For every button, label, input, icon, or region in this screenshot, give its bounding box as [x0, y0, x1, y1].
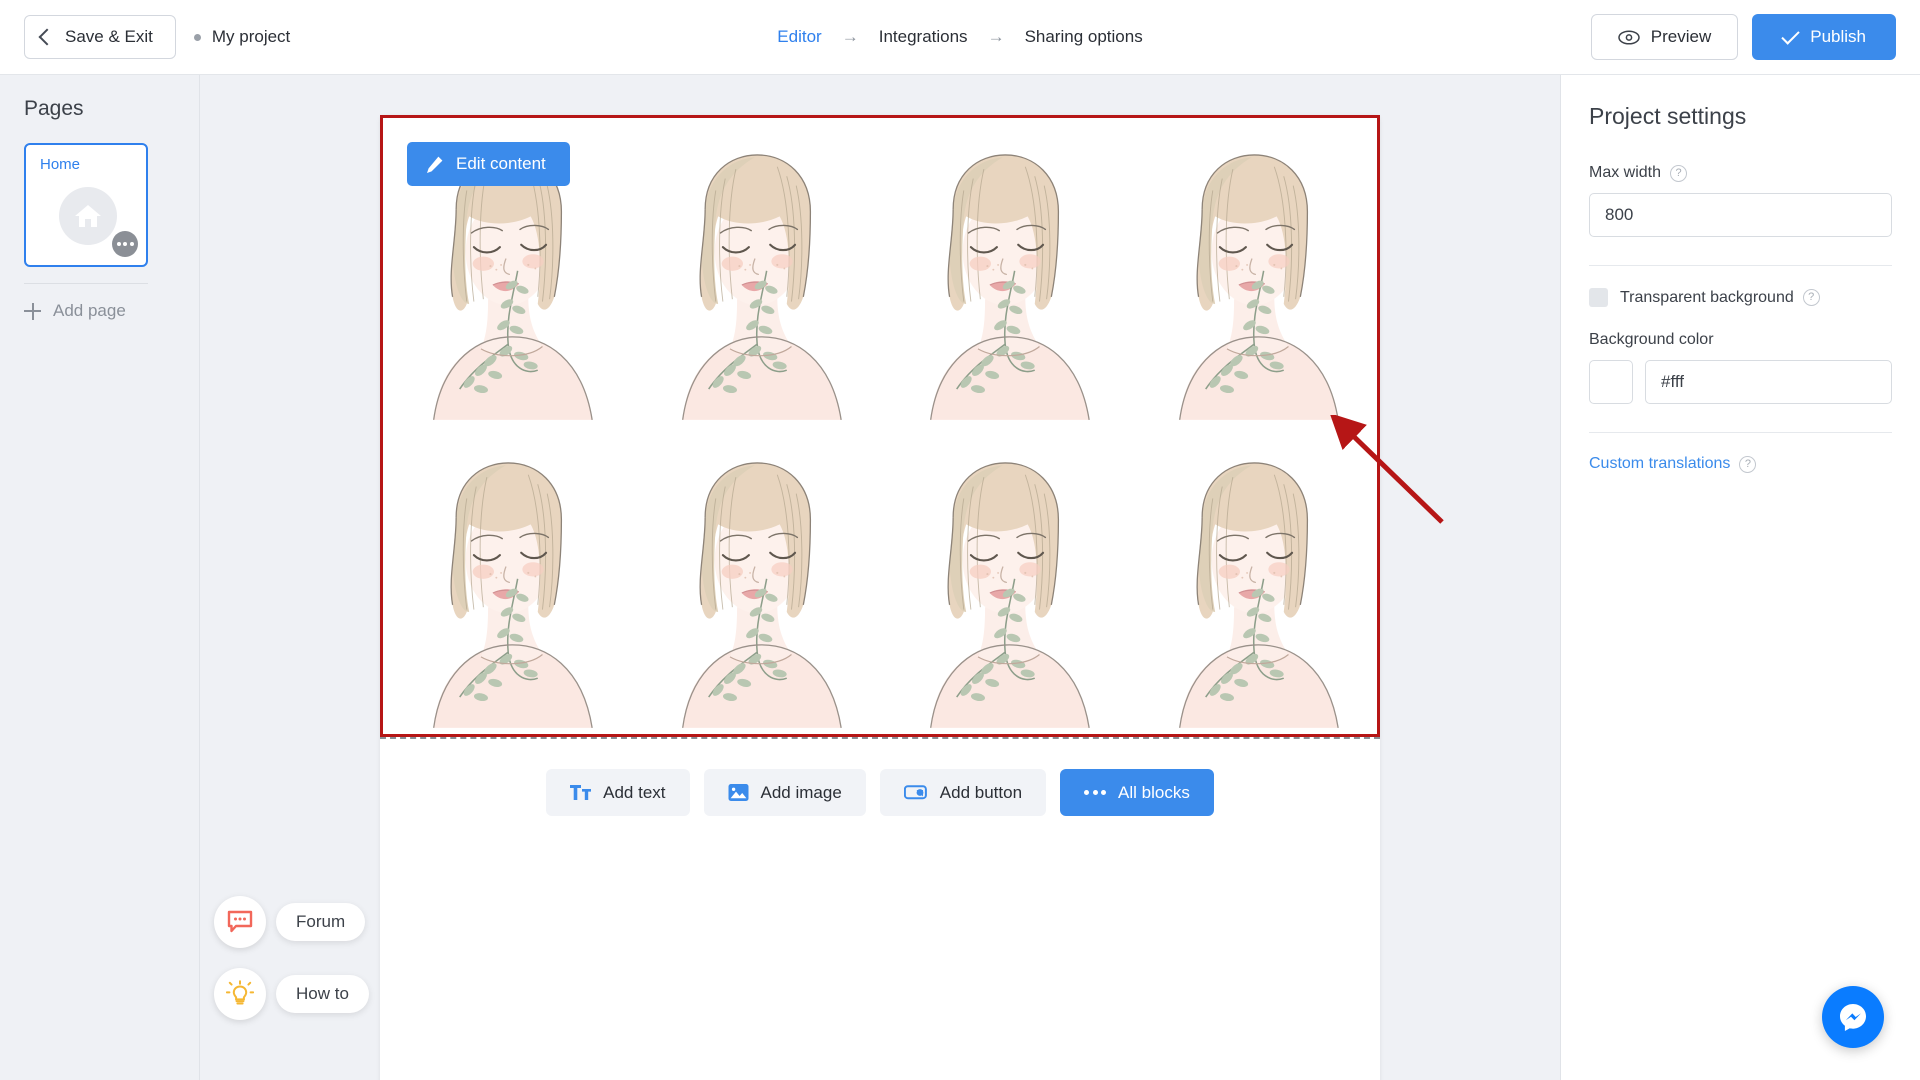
forum-fab[interactable]: Forum — [214, 896, 369, 948]
edit-content-button[interactable]: Edit content — [407, 142, 570, 186]
image-icon — [728, 784, 749, 801]
add-image-button[interactable]: Add image — [703, 769, 866, 816]
illustration-cell[interactable] — [632, 426, 881, 734]
dot — [1101, 790, 1107, 795]
background-color-label-text: Background color — [1589, 331, 1714, 348]
status-dot-icon — [193, 33, 201, 41]
messenger-chat-button[interactable] — [1822, 986, 1884, 1048]
illustration-cell[interactable] — [632, 118, 881, 426]
button-icon — [903, 785, 927, 800]
background-color-label: Background color — [1589, 331, 1892, 349]
custom-translations-link[interactable]: Custom translations ? — [1589, 455, 1892, 473]
add-button-button[interactable]: Add button — [879, 769, 1047, 816]
illustration-cell[interactable] — [1129, 118, 1378, 426]
add-text-label: Add text — [603, 782, 666, 802]
dot — [123, 242, 127, 246]
dot — [129, 242, 134, 246]
breadcrumb-sharing-options[interactable]: Sharing options — [1025, 27, 1143, 47]
top-header: Save & Exit My project Editor → Integrat… — [0, 0, 1920, 75]
transparent-background-label: Transparent background ? — [1620, 289, 1820, 307]
selected-image-block[interactable]: Edit content — [380, 115, 1380, 737]
transparent-background-row[interactable]: Transparent background ? — [1589, 288, 1892, 307]
header-left-group: Save & Exit My project — [24, 15, 290, 59]
canvas-area: Edit content Add text Add image Add butt… — [200, 75, 1560, 1080]
settings-title: Project settings — [1589, 103, 1747, 129]
plus-icon — [24, 302, 41, 320]
background-color-swatch[interactable] — [1589, 360, 1633, 404]
breadcrumb-arrow-icon: → — [987, 27, 1005, 46]
messenger-icon — [1840, 1004, 1866, 1031]
project-settings-panel: Project settings Max width ? Transparent… — [1560, 75, 1920, 1080]
help-icon[interactable]: ? — [1739, 455, 1757, 473]
max-width-label: Max width ? — [1589, 164, 1892, 182]
page-card-home[interactable]: Home — [24, 143, 148, 267]
dot — [1092, 790, 1098, 795]
pages-sidebar: Pages Home Add page — [0, 75, 200, 1080]
forum-icon-circle[interactable] — [214, 896, 266, 948]
publish-button[interactable]: Publish — [1752, 14, 1896, 60]
project-name[interactable]: My project — [193, 27, 291, 47]
pages-title: Pages — [24, 97, 84, 120]
edit-content-label: Edit content — [456, 154, 546, 173]
home-icon — [59, 187, 117, 245]
illustration-cell[interactable] — [880, 426, 1129, 734]
dot — [116, 242, 121, 246]
page-options-menu-button[interactable] — [112, 231, 138, 257]
custom-translations-label: Custom translations — [1589, 455, 1731, 472]
max-width-label-text: Max width — [1589, 164, 1662, 181]
add-page-button[interactable]: Add page — [24, 301, 175, 321]
all-blocks-button[interactable]: All blocks — [1060, 769, 1214, 816]
chevron-left-icon — [38, 28, 56, 46]
add-button-label: Add button — [939, 782, 1023, 802]
help-icon[interactable]: ? — [1802, 289, 1820, 306]
illustration-cell[interactable] — [383, 426, 632, 734]
check-icon — [1781, 25, 1800, 45]
settings-divider — [1589, 432, 1892, 433]
sidebar-divider — [24, 283, 148, 284]
breadcrumb-editor[interactable]: Editor — [777, 27, 821, 47]
help-fab-group: Forum How to — [214, 896, 369, 1020]
transparent-background-label-text: Transparent background — [1620, 288, 1794, 306]
preview-label: Preview — [1650, 27, 1712, 46]
add-page-label: Add page — [53, 301, 126, 320]
chat-bubble-icon — [227, 910, 253, 933]
text-icon — [570, 785, 592, 800]
dot — [1084, 790, 1090, 795]
page-card-label: Home — [40, 156, 81, 173]
howto-fab[interactable]: How to — [214, 968, 369, 1020]
eye-icon — [1618, 29, 1640, 45]
howto-label[interactable]: How to — [276, 975, 369, 1013]
illustration-cell[interactable] — [880, 118, 1129, 426]
pencil-icon — [427, 156, 443, 173]
page-sheet: Edit content Add text Add image Add butt… — [380, 115, 1380, 1080]
breadcrumb: Editor → Integrations → Sharing options — [777, 27, 1142, 47]
publish-label: Publish — [1810, 27, 1866, 46]
add-block-toolbar: Add text Add image Add button All blocks — [380, 739, 1380, 816]
header-right-group: Preview Publish — [1590, 14, 1896, 60]
add-image-label: Add image — [760, 782, 842, 802]
save-and-exit-label: Save & Exit — [65, 27, 153, 46]
transparent-background-checkbox[interactable] — [1589, 288, 1608, 307]
max-width-input[interactable] — [1589, 193, 1892, 237]
preview-button[interactable]: Preview — [1590, 14, 1739, 60]
all-blocks-label: All blocks — [1118, 782, 1190, 802]
illustration-cell[interactable] — [1129, 426, 1378, 734]
project-name-label: My project — [211, 27, 291, 46]
add-text-button[interactable]: Add text — [546, 769, 690, 816]
background-color-input[interactable] — [1645, 360, 1892, 404]
breadcrumb-arrow-icon: → — [841, 27, 859, 46]
forum-label[interactable]: Forum — [276, 903, 366, 941]
settings-divider — [1589, 265, 1892, 266]
ellipsis-icon — [1084, 790, 1107, 795]
howto-icon-circle[interactable] — [214, 968, 266, 1020]
lightbulb-icon — [226, 980, 254, 1005]
save-and-exit-button[interactable]: Save & Exit — [24, 15, 176, 59]
app-root: Save & Exit My project Editor → Integrat… — [0, 0, 1920, 1080]
background-color-row — [1589, 360, 1892, 404]
illustration-grid — [383, 118, 1377, 734]
help-icon[interactable]: ? — [1670, 164, 1688, 182]
breadcrumb-integrations[interactable]: Integrations — [879, 27, 968, 47]
